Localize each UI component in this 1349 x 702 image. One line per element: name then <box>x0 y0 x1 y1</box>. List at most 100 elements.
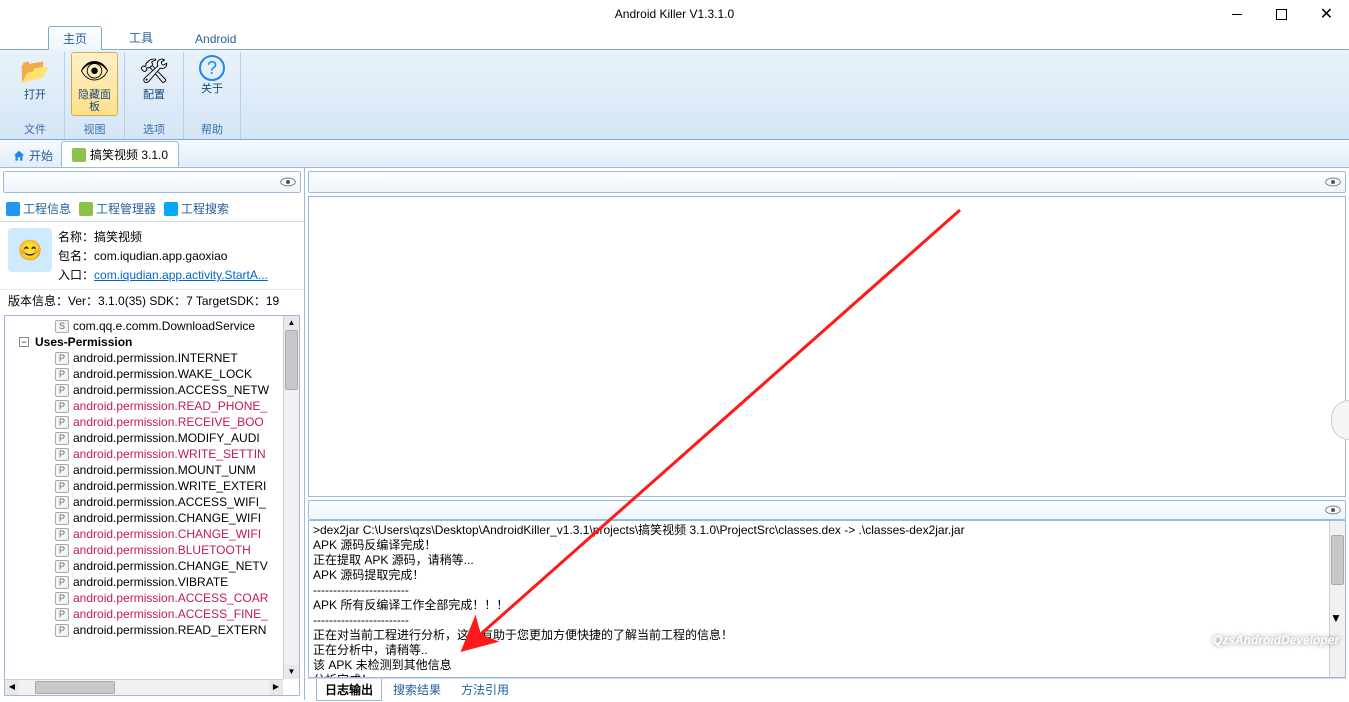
permission-text: android.permission.WRITE_SETTIN <box>73 447 266 461</box>
permission-text: android.permission.READ_EXTERN <box>73 623 266 637</box>
permission-text: android.permission.CHANGE_WIFI <box>73 527 261 541</box>
permission-badge-icon: P <box>55 512 69 525</box>
tree-row-permission[interactable]: Pandroid.permission.CHANGE_NETV <box>5 558 283 574</box>
permission-badge-icon: P <box>55 416 69 429</box>
permission-text: android.permission.READ_PHONE_ <box>73 399 267 413</box>
tree-row-permission[interactable]: Pandroid.permission.WAKE_LOCK <box>5 366 283 382</box>
scroll-right-arrow-icon[interactable]: ▶ <box>269 680 283 695</box>
watermark-text: QzsAndroidDeveloper <box>1213 633 1339 647</box>
permission-text: android.permission.WRITE_EXTERI <box>73 479 266 493</box>
permission-badge-icon: P <box>55 400 69 413</box>
watermark: QzsAndroidDeveloper <box>1161 618 1339 662</box>
tree-row-service[interactable]: Scom.qq.e.comm.DownloadService <box>5 318 283 334</box>
permission-badge-icon: P <box>55 480 69 493</box>
scroll-left-arrow-icon[interactable]: ◀ <box>5 680 19 695</box>
project-tab[interactable]: 搞笑视频 3.1.0 <box>61 141 179 167</box>
right-search-bar <box>308 171 1346 193</box>
permission-badge-icon: P <box>55 368 69 381</box>
ribbon-group-label: 帮助 <box>201 120 223 139</box>
tree-row-permission[interactable]: Pandroid.permission.RECEIVE_BOO <box>5 414 283 430</box>
bottom-panel: >dex2jar C:\Users\qzs\Desktop\AndroidKil… <box>308 500 1346 700</box>
ribbon-group-file: 📂 打开 文件 <box>6 52 65 139</box>
tree-row-permission[interactable]: Pandroid.permission.VIBRATE <box>5 574 283 590</box>
hide-panel-button[interactable]: 👁 隐藏面 板 <box>71 52 118 116</box>
project-entry-row[interactable]: 入口：com.iqudian.app.activity.StartA... <box>58 266 296 283</box>
title-bar: Android Killer V1.3.1.0 ✕ <box>0 0 1349 28</box>
ribbon-group-label: 文件 <box>24 120 46 139</box>
editor-area <box>308 196 1346 497</box>
visibility-icon[interactable] <box>1325 505 1341 515</box>
tree-row-permission[interactable]: Pandroid.permission.ACCESS_WIFI_ <box>5 494 283 510</box>
ribbon-group-view: 👁 隐藏面 板 视图 <box>65 52 125 139</box>
tab-project-info[interactable]: 工程信息 <box>6 200 71 217</box>
permission-text: android.permission.ACCESS_NETW <box>73 383 269 397</box>
permission-text: android.permission.ACCESS_WIFI_ <box>73 495 266 509</box>
open-button[interactable]: 📂 打开 <box>12 52 58 104</box>
project-info-box: 😊 名称：搞笑视频 包名：com.iqudian.app.gaoxiao 入口：… <box>0 222 304 290</box>
ribbon-group-options: 🛠 配置 选项 <box>125 52 184 139</box>
permission-tree: Scom.qq.e.comm.DownloadService −Uses-Per… <box>4 315 300 696</box>
tree-row-permission[interactable]: Pandroid.permission.ACCESS_NETW <box>5 382 283 398</box>
tab-method-refs[interactable]: 方法引用 <box>452 679 518 701</box>
scroll-thumb[interactable] <box>35 681 115 694</box>
permission-text: android.permission.WAKE_LOCK <box>73 367 252 381</box>
document-tab-strip: 开始 搞笑视频 3.1.0 <box>0 140 1349 168</box>
ribbon-tab-android[interactable]: Android <box>180 28 251 49</box>
permission-text: android.permission.VIBRATE <box>73 575 228 589</box>
window-controls: ✕ <box>1214 0 1349 28</box>
close-button[interactable]: ✕ <box>1304 0 1349 28</box>
tree-row-permission[interactable]: Pandroid.permission.MODIFY_AUDI <box>5 430 283 446</box>
permission-badge-icon: P <box>55 624 69 637</box>
tree-row-permission[interactable]: Pandroid.permission.WRITE_SETTIN <box>5 446 283 462</box>
tree-row-permission[interactable]: Pandroid.permission.ACCESS_COAR <box>5 590 283 606</box>
tab-search-results[interactable]: 搜索结果 <box>384 679 450 701</box>
visibility-icon[interactable] <box>1325 177 1341 187</box>
about-button[interactable]: ? 关于 <box>190 52 234 98</box>
tree-vertical-scrollbar[interactable]: ▲ ▼ <box>283 316 299 679</box>
permission-badge-icon: P <box>55 560 69 573</box>
home-tab[interactable]: 开始 <box>6 144 59 167</box>
visibility-icon[interactable] <box>280 177 296 187</box>
tab-project-manager[interactable]: 工程管理器 <box>79 200 156 217</box>
config-button[interactable]: 🛠 配置 <box>131 52 177 104</box>
tree-row-permission[interactable]: Pandroid.permission.WRITE_EXTERI <box>5 478 283 494</box>
tree-body: Scom.qq.e.comm.DownloadService −Uses-Per… <box>5 316 283 679</box>
scroll-up-arrow-icon[interactable]: ▲ <box>284 316 299 330</box>
tree-horizontal-scrollbar[interactable]: ◀ ▶ <box>5 679 283 695</box>
permission-text: android.permission.CHANGE_WIFI <box>73 511 261 525</box>
android-icon <box>72 148 86 162</box>
left-panel: 工程信息 工程管理器 工程搜索 😊 名称：搞笑视频 包名：com.iqudian… <box>0 168 305 700</box>
maximize-button[interactable] <box>1259 0 1304 28</box>
minimize-button[interactable] <box>1214 0 1259 28</box>
tab-log-output[interactable]: 日志输出 <box>316 679 382 701</box>
tree-row-permission[interactable]: Pandroid.permission.CHANGE_WIFI <box>5 510 283 526</box>
tab-project-search[interactable]: 工程搜索 <box>164 200 229 217</box>
tree-row-permission[interactable]: Pandroid.permission.BLUETOOTH <box>5 542 283 558</box>
permission-text: android.permission.BLUETOOTH <box>73 543 251 557</box>
tree-row-permission[interactable]: Pandroid.permission.ACCESS_FINE_ <box>5 606 283 622</box>
tree-group-uses-permission[interactable]: −Uses-Permission <box>5 334 283 350</box>
tree-row-permission[interactable]: Pandroid.permission.CHANGE_WIFI <box>5 526 283 542</box>
ribbon-tab-tools[interactable]: 工具 <box>114 25 168 49</box>
manager-icon <box>79 202 93 216</box>
tree-row-permission[interactable]: Pandroid.permission.MOUNT_UNM <box>5 462 283 478</box>
permission-badge-icon: P <box>55 608 69 621</box>
tree-row-permission[interactable]: Pandroid.permission.INTERNET <box>5 350 283 366</box>
permission-text: android.permission.ACCESS_FINE_ <box>73 607 268 621</box>
search-icon <box>164 202 178 216</box>
left-search-bar <box>3 171 301 193</box>
scroll-thumb[interactable] <box>1331 535 1344 585</box>
ribbon-group-label: 视图 <box>84 120 106 139</box>
ribbon-tab-home[interactable]: 主页 <box>48 26 102 50</box>
scroll-down-arrow-icon[interactable]: ▼ <box>284 665 299 679</box>
tree-row-permission[interactable]: Pandroid.permission.READ_EXTERN <box>5 622 283 638</box>
collapse-icon[interactable]: − <box>19 337 29 347</box>
permission-badge-icon: P <box>55 432 69 445</box>
permission-badge-icon: P <box>55 384 69 397</box>
left-search-input[interactable] <box>8 175 280 189</box>
scroll-thumb[interactable] <box>285 330 298 390</box>
folder-open-icon: 📂 <box>19 55 51 87</box>
tree-row-permission[interactable]: Pandroid.permission.READ_PHONE_ <box>5 398 283 414</box>
main-split: 工程信息 工程管理器 工程搜索 😊 名称：搞笑视频 包名：com.iqudian… <box>0 168 1349 700</box>
permission-badge-icon: P <box>55 576 69 589</box>
